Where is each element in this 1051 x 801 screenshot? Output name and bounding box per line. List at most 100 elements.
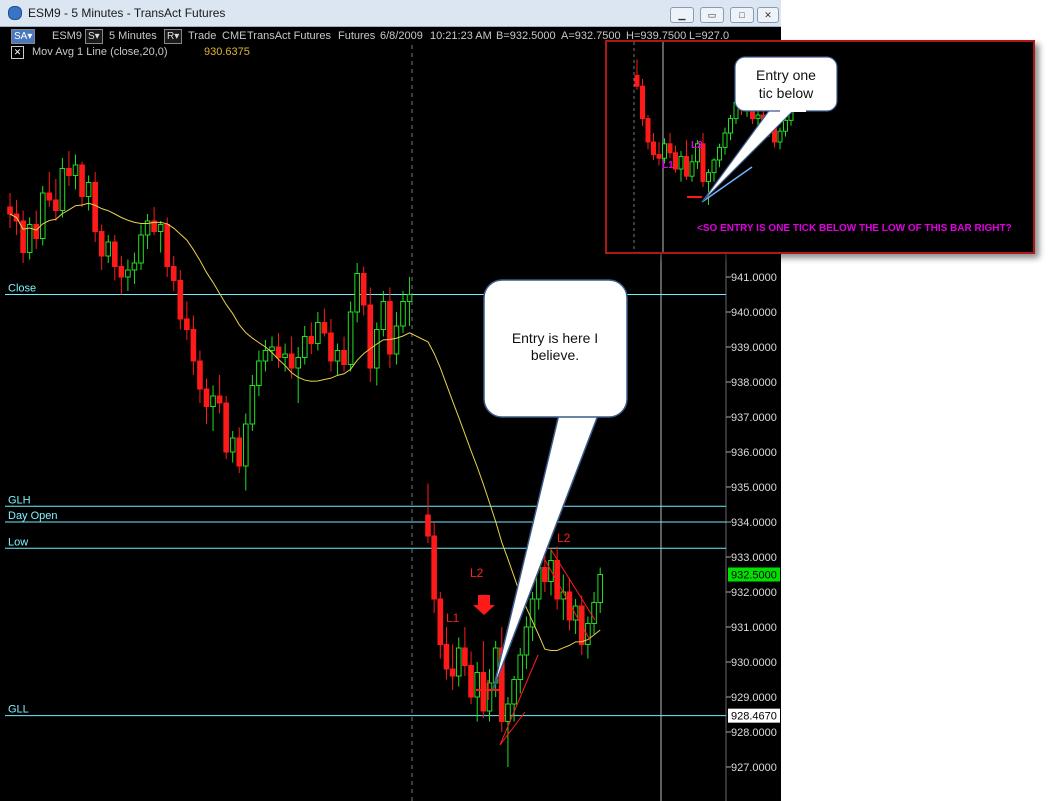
candle-body [85, 182, 92, 197]
callout-joint [561, 409, 599, 415]
candle-body [177, 280, 184, 320]
candle-body [315, 322, 321, 344]
candle-body [229, 437, 236, 453]
price-axis-label: 941.0000 [731, 272, 777, 284]
inset-candle-body [684, 155, 689, 177]
candle-body [282, 353, 288, 358]
inset-callout-text-line: tic below [759, 85, 814, 101]
inset-candle-body [717, 146, 722, 161]
inset-callout-joint [780, 106, 806, 112]
candle-body [92, 182, 98, 232]
inset-candle-body [662, 143, 667, 159]
candle-body [517, 654, 524, 680]
price-axis-label: 933.0000 [731, 552, 777, 564]
candle-body [190, 329, 197, 362]
candle-body [33, 224, 40, 239]
candle-body [112, 241, 118, 267]
candle-body [374, 329, 380, 369]
candle-body [72, 164, 79, 176]
inset-candle-body [667, 143, 673, 154]
candle-body [203, 388, 210, 407]
candle-body [256, 360, 262, 386]
candle-body [131, 262, 138, 271]
inset-candle-body [678, 155, 684, 170]
candle-body [236, 437, 243, 467]
inset-candle-body [651, 141, 656, 156]
candle-body [197, 360, 203, 390]
candle-body [216, 395, 223, 404]
candle-body [437, 598, 444, 645]
candle-body [39, 192, 46, 239]
candle-body [7, 206, 13, 215]
candle-body [449, 668, 456, 677]
inset-candle-body [689, 161, 695, 177]
candle-body [184, 318, 190, 330]
candle-body [393, 325, 400, 355]
candle-body [210, 395, 216, 407]
candle-body [249, 385, 256, 425]
candle-body [334, 350, 341, 362]
candle-body [597, 574, 604, 603]
pattern-label-l2: L2 [557, 531, 571, 545]
candle-body [380, 301, 387, 330]
price-axis-label: 930.0000 [731, 657, 777, 669]
candle-body [360, 273, 367, 306]
candle-body [295, 357, 301, 369]
inset-callout-bubble [734, 56, 838, 112]
price-axis-label: 927.0000 [731, 762, 777, 774]
inset-question-text: <SO ENTRY IS ONE TICK BELOW THE LOW OF T… [697, 223, 1012, 234]
candle-body [125, 269, 131, 278]
candle-body [431, 535, 437, 600]
candle-body [505, 703, 511, 722]
candle-body [118, 266, 125, 278]
inset-candle-body [722, 132, 728, 148]
inset-candle-body [755, 114, 761, 120]
inset-pattern-label-l1: L1 [662, 160, 674, 171]
price-axis-label: 940.0000 [731, 307, 777, 319]
price-axis-label: 938.0000 [731, 377, 777, 389]
gll-price-label: 928.4670 [731, 711, 777, 723]
candle-body [455, 647, 462, 677]
level-label: Close [8, 283, 36, 295]
candle-body [157, 224, 164, 232]
candle-body [164, 224, 170, 267]
inset-candle-body [634, 74, 640, 87]
candle-body [223, 402, 229, 453]
down-arrow-icon [473, 595, 495, 615]
candle-body [46, 192, 53, 201]
inset-chart-panel: L1 L2 <SO ENTRY IS ONE TICK BELOW THE LOW … [605, 40, 1035, 254]
candle-body [269, 346, 275, 351]
candle-body [443, 644, 450, 670]
candle-body [79, 164, 85, 197]
candle-body [341, 350, 347, 365]
price-axis-label: 935.0000 [731, 482, 777, 494]
candle-body [406, 294, 413, 302]
trend-line [544, 559, 591, 641]
candle-body [387, 301, 393, 355]
price-axis-label: 937.0000 [731, 412, 777, 424]
inset-candle-body [640, 85, 645, 120]
candle-body [321, 322, 328, 334]
candle-body [347, 311, 354, 365]
candle-body [170, 266, 177, 281]
candle-body [262, 350, 269, 362]
candle-body [468, 665, 474, 698]
candle-body [400, 301, 406, 327]
price-axis-label: 929.0000 [731, 692, 777, 704]
candle-body [462, 647, 468, 666]
inset-candle-body [783, 119, 788, 132]
candle-body [59, 168, 66, 211]
candle-body [542, 567, 548, 582]
candle-body [275, 346, 282, 358]
inset-pattern-label-l2: L2 [691, 140, 703, 151]
pattern-label-l1: L1 [446, 611, 460, 625]
callout-text-line: believe. [531, 347, 579, 363]
inset-candle-body [777, 130, 783, 143]
pattern-label-l2: L2 [470, 566, 484, 580]
candle-body [105, 241, 112, 257]
inset-callout-text-line: Entry one [756, 67, 816, 83]
candle-body [328, 332, 334, 362]
inset-candle-body [656, 154, 662, 159]
level-label: Day Open [8, 510, 58, 522]
current-price-label: 932.5000 [731, 570, 777, 582]
